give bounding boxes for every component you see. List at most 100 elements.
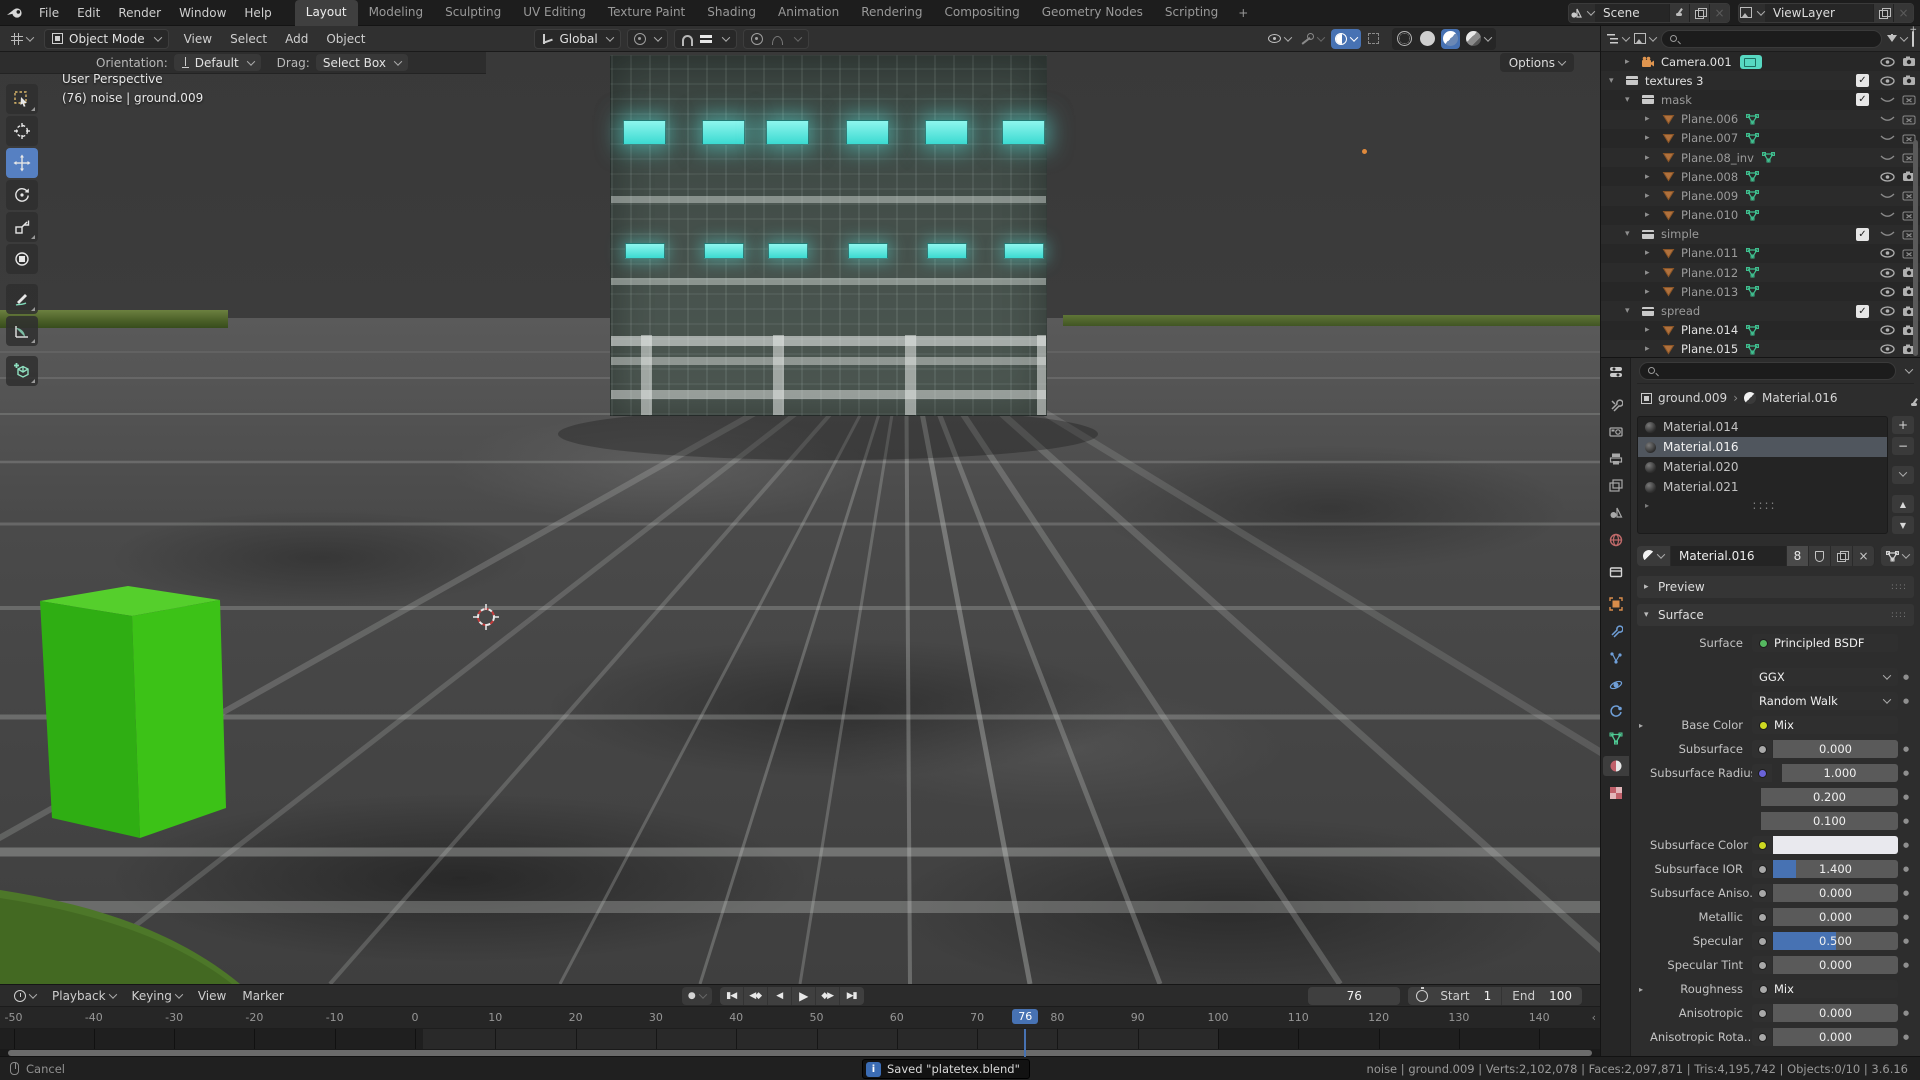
mode-dropdown[interactable]: Object Mode: [44, 29, 169, 49]
animate-decorator[interactable]: ●: [1898, 817, 1914, 825]
socket-chip[interactable]: [1752, 860, 1772, 878]
workspace-tab[interactable]: Compositing: [933, 0, 1030, 26]
outliner-row[interactable]: spread ✓: [1601, 301, 1920, 320]
property-field[interactable]: 0.000: [1773, 1004, 1898, 1022]
visibility-eye-icon[interactable]: [1876, 153, 1898, 163]
property-field[interactable]: 0.100: [1761, 812, 1898, 830]
timeline-menu-marker[interactable]: Marker: [234, 986, 291, 1006]
render-camera-icon[interactable]: [1898, 94, 1920, 105]
outliner-item-name[interactable]: Plane.010: [1681, 208, 1738, 222]
material-slot-row[interactable]: Material.021: [1638, 477, 1887, 497]
auto-keyframe-button[interactable]: ●: [682, 987, 712, 1005]
pin-scene-button[interactable]: [1669, 4, 1689, 22]
outliner-row[interactable]: simple ✓: [1601, 225, 1920, 244]
expand-arrow-icon[interactable]: [1645, 191, 1659, 201]
breadcrumb-object[interactable]: ground.009: [1658, 391, 1727, 405]
expand-arrow-icon[interactable]: [1625, 229, 1639, 239]
outliner-item-name[interactable]: Plane.015: [1681, 342, 1738, 356]
animate-decorator[interactable]: ●: [1898, 841, 1914, 849]
material-name-field[interactable]: Material.016: [1671, 546, 1787, 566]
prev-keyframe-button[interactable]: ◀◆: [744, 987, 768, 1005]
property-field[interactable]: 0.000: [1773, 1028, 1898, 1046]
viewport-menu-item[interactable]: View: [175, 28, 221, 50]
expand-arrow-icon[interactable]: [1645, 325, 1659, 335]
gizmos-button[interactable]: [1298, 29, 1328, 49]
visibility-eye-icon[interactable]: [1876, 76, 1898, 86]
outliner-item-name[interactable]: Plane.013: [1681, 285, 1738, 299]
playhead-line[interactable]: [1024, 1029, 1026, 1049]
shading-rendered-button[interactable]: [1464, 29, 1493, 49]
animate-decorator[interactable]: ●: [1898, 937, 1914, 945]
falloff-curve-icon[interactable]: [770, 33, 784, 45]
workspace-tab[interactable]: Layout: [295, 0, 358, 26]
outliner-item-name[interactable]: Plane.08_inv: [1681, 151, 1754, 165]
new-collection-button[interactable]: [1912, 32, 1914, 46]
overlays-button[interactable]: [1331, 29, 1361, 49]
shading-solid-button[interactable]: [1418, 29, 1437, 49]
workspace-tab[interactable]: Texture Paint: [597, 0, 696, 26]
visibility-eye-icon[interactable]: [1876, 344, 1898, 354]
visibility-eye-icon[interactable]: [1876, 268, 1898, 278]
expand-arrow-icon[interactable]: [1645, 133, 1659, 143]
property-field[interactable]: 1.000: [1782, 764, 1898, 782]
shading-material-button[interactable]: [1441, 29, 1460, 49]
socket-chip[interactable]: [1752, 1028, 1772, 1046]
outliner-item-name[interactable]: spread: [1661, 304, 1700, 318]
animate-decorator[interactable]: ●: [1898, 1009, 1914, 1017]
property-field[interactable]: Mix: [1752, 980, 1898, 998]
transform-orientation-dropdown[interactable]: Global: [534, 29, 620, 49]
tool-rotate[interactable]: [6, 180, 38, 210]
xray-button[interactable]: [1364, 29, 1383, 49]
property-field[interactable]: 0.000: [1773, 908, 1898, 926]
workspace-tab[interactable]: Animation: [767, 0, 850, 26]
animate-decorator[interactable]: ●: [1898, 673, 1914, 681]
socket-chip[interactable]: [1752, 932, 1772, 950]
tab-scene[interactable]: [1603, 503, 1629, 523]
socket-chip[interactable]: [1752, 764, 1772, 782]
jump-to-start-button[interactable]: ▮◀: [720, 987, 744, 1005]
material-slot-row[interactable]: Material.016: [1638, 437, 1887, 457]
outliner-row[interactable]: Plane.08_inv ✓: [1601, 148, 1920, 167]
slot-specials-button[interactable]: [1892, 466, 1914, 484]
topbar-menu-item[interactable]: File: [30, 2, 68, 24]
view-layer-icon[interactable]: [1739, 4, 1765, 22]
material-users-count[interactable]: 8: [1787, 546, 1809, 566]
property-field[interactable]: 0.000: [1773, 740, 1898, 758]
socket-chip[interactable]: [1752, 1004, 1772, 1022]
property-field[interactable]: Mix: [1752, 716, 1898, 734]
viewport-menu-item[interactable]: Select: [221, 28, 276, 50]
outliner-row[interactable]: Plane.014 ✓: [1601, 321, 1920, 340]
blender-logo-icon[interactable]: [0, 6, 30, 20]
playhead-badge[interactable]: 76: [1012, 1009, 1038, 1024]
property-field[interactable]: 1.400: [1773, 860, 1898, 878]
property-field[interactable]: 0.200: [1761, 788, 1898, 806]
animate-decorator[interactable]: ●: [1898, 697, 1914, 705]
tool-select-box[interactable]: [6, 84, 38, 114]
topbar-menu-item[interactable]: Help: [235, 2, 280, 24]
link-material-menu[interactable]: [1881, 546, 1914, 566]
outliner-row[interactable]: Plane.012 ✓: [1601, 263, 1920, 282]
outliner-item-name[interactable]: Plane.007: [1681, 131, 1738, 145]
tool-transform[interactable]: [6, 244, 38, 274]
property-field[interactable]: 0.500: [1773, 932, 1898, 950]
tab-constraints[interactable]: [1603, 702, 1629, 722]
play-reverse-button[interactable]: ◀: [768, 987, 792, 1005]
viewport-menu-item[interactable]: Object: [317, 28, 374, 50]
outliner-search-input[interactable]: [1661, 30, 1882, 48]
tab-object[interactable]: [1603, 594, 1629, 614]
timeline-track[interactable]: [0, 1029, 1600, 1049]
visibility-eye-icon[interactable]: [1876, 191, 1898, 201]
expand-arrow-icon[interactable]: [1645, 114, 1659, 124]
panel-grip[interactable]: ::::: [1891, 610, 1907, 620]
outliner-row[interactable]: textures 3 ✓: [1601, 71, 1920, 90]
animate-decorator[interactable]: ●: [1898, 913, 1914, 921]
socket-chip[interactable]: [1752, 908, 1772, 926]
outliner-display-mode-button[interactable]: [1607, 33, 1629, 45]
timeline-menu-playback[interactable]: Playback: [44, 986, 124, 1006]
socket-chip[interactable]: [1752, 740, 1772, 758]
outliner-row[interactable]: Plane.010 ✓: [1601, 206, 1920, 225]
new-material-button[interactable]: [1831, 546, 1853, 566]
expand-arrow-icon[interactable]: [1645, 153, 1659, 163]
render-camera-icon[interactable]: [1898, 75, 1920, 86]
move-slot-up-button[interactable]: ▲: [1892, 495, 1914, 513]
